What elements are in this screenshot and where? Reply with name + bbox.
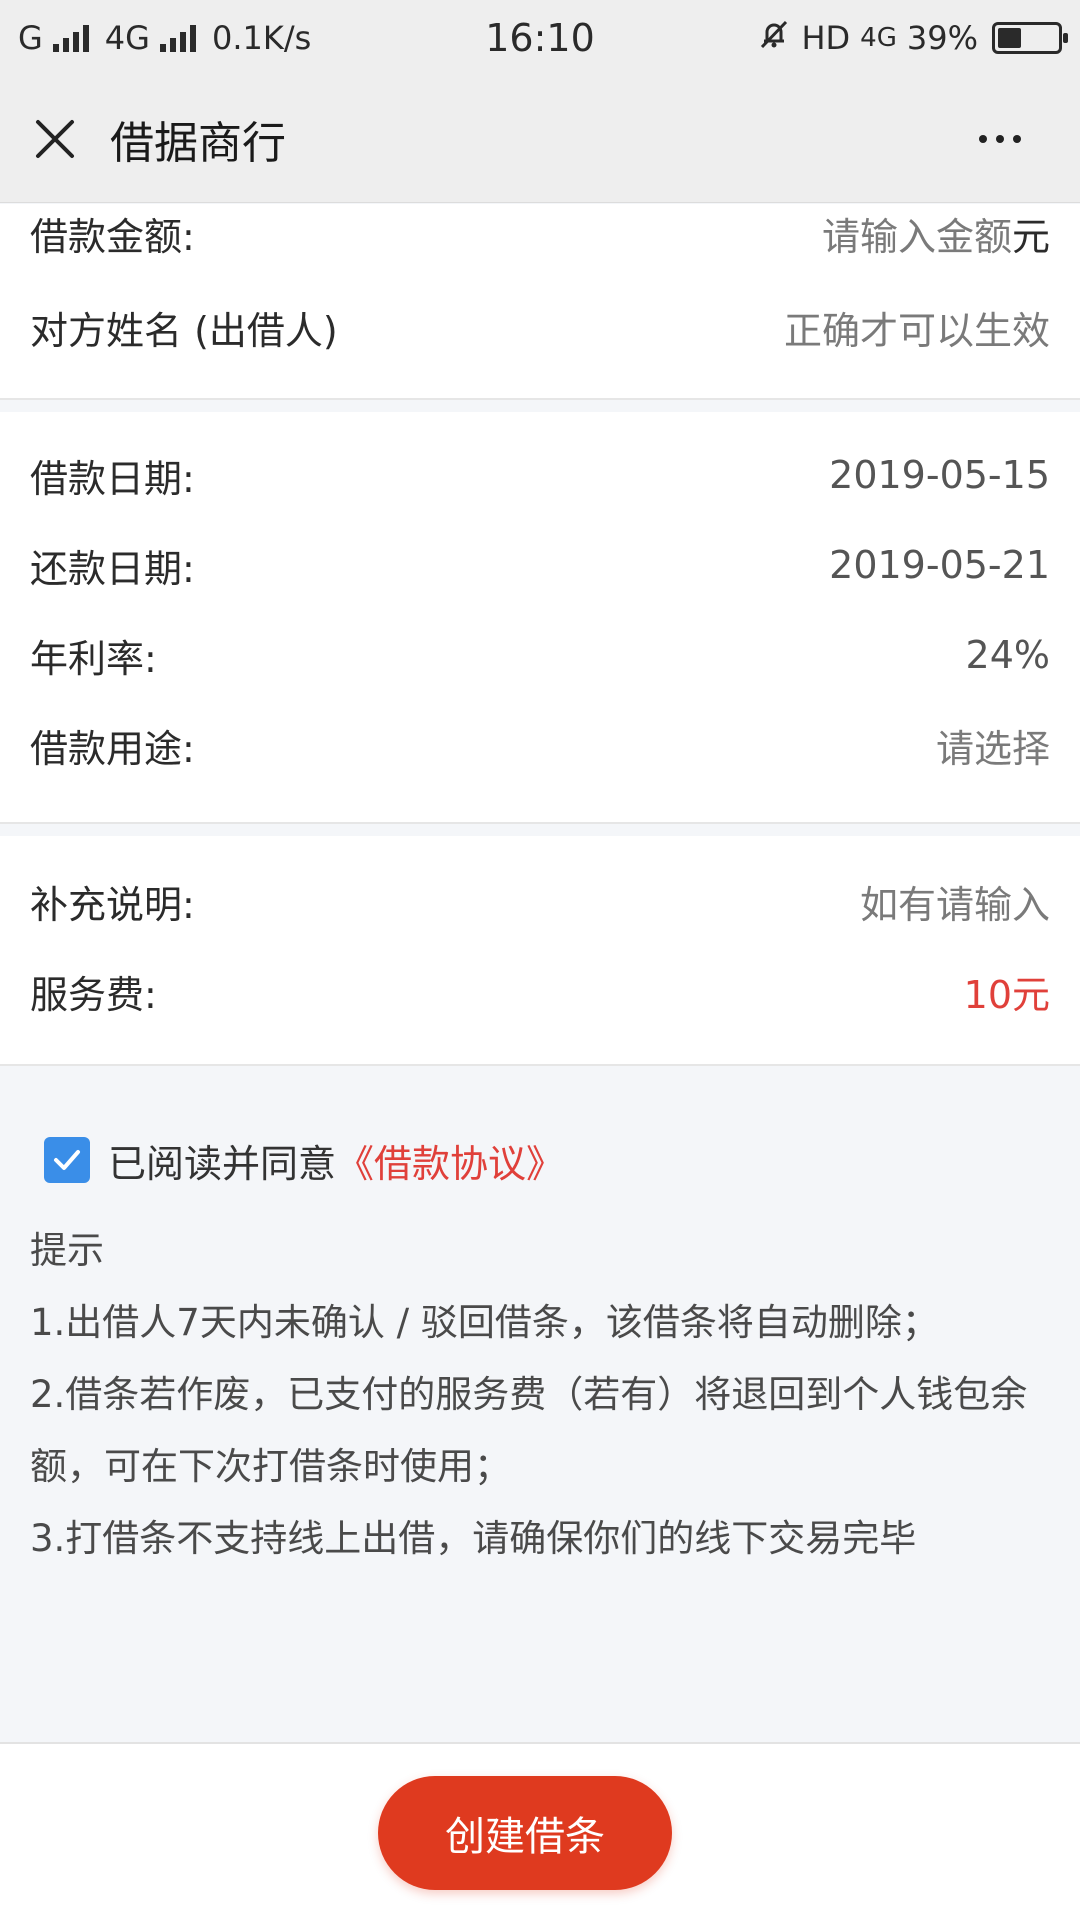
network-label: 4G xyxy=(104,18,150,57)
signal-icon xyxy=(52,24,89,52)
extra-info-card: 补充说明: 如有请输入 服务费: 10元 xyxy=(0,836,1080,1066)
tip-item-2: 2.借条若作废，已支付的服务费（若有）将退回到个人钱包余额，可在下次打借条时使用… xyxy=(30,1373,1028,1488)
bottom-bar: 创建借条 xyxy=(0,1742,1080,1920)
note-label: 补充说明: xyxy=(30,882,195,927)
purpose-row[interactable]: 借款用途: 请选择 xyxy=(30,700,1050,790)
carrier-label: G xyxy=(18,18,43,57)
mute-icon xyxy=(757,17,791,59)
signal-icon-2 xyxy=(159,24,196,52)
tips-section: 提示 1.出借人7天内未确认 / 驳回借条，该借条将自动删除； 2.借条若作废，… xyxy=(30,1215,1050,1575)
network-speed: 0.1K/s xyxy=(211,18,312,57)
lender-name-row[interactable]: 对方姓名 (出借人) 正确才可以生效 xyxy=(30,282,1050,372)
agreement-checkbox[interactable] xyxy=(44,1137,90,1183)
amount-placeholder: 请输入金额 xyxy=(821,214,1012,259)
repay-date-label: 还款日期: xyxy=(30,546,195,591)
check-icon xyxy=(54,1150,80,1170)
more-dots-icon xyxy=(979,135,987,143)
title-bar: 借据商行 xyxy=(0,75,1080,203)
tip-item-3: 3.打借条不支持线上出借，请确保你们的线下交易完毕 xyxy=(30,1517,917,1560)
agreement-row: 已阅读并同意 《借款协议》 xyxy=(44,1120,564,1200)
borrower-info-card: 借款金额: 请输入金额元 对方姓名 (出借人) 正确才可以生效 xyxy=(0,204,1080,400)
lender-name-input[interactable]: 正确才可以生效 xyxy=(784,300,1050,355)
repay-date-value[interactable]: 2019-05-21 xyxy=(829,543,1050,587)
loan-terms-card: 借款日期: 2019-05-15 还款日期: 2019-05-21 年利率: 2… xyxy=(0,412,1080,824)
network-label-2: 4G xyxy=(860,22,897,53)
battery-level xyxy=(998,27,1021,48)
loan-date-row[interactable]: 借款日期: 2019-05-15 xyxy=(30,430,1050,520)
tip-item-1: 1.出借人7天内未确认 / 驳回借条，该借条将自动删除； xyxy=(30,1301,939,1344)
more-button[interactable] xyxy=(960,75,1040,203)
service-fee-row: 服务费: 10元 xyxy=(30,946,1050,1036)
interest-rate-label: 年利率: xyxy=(30,636,157,681)
battery-icon xyxy=(992,21,1068,54)
service-fee-value: 10元 xyxy=(963,972,1050,1017)
hd-label: HD xyxy=(801,18,851,57)
create-iou-button[interactable]: 创建借条 xyxy=(378,1776,672,1890)
agreement-text: 已阅读并同意 xyxy=(108,1141,337,1186)
status-bar: G 4G 0.1K/s 16:10 HD 4G 39% xyxy=(0,0,1080,75)
amount-input[interactable]: 请输入金额元 xyxy=(822,206,1050,261)
purpose-label: 借款用途: xyxy=(30,726,195,771)
note-row[interactable]: 补充说明: 如有请输入 xyxy=(30,856,1050,946)
close-icon xyxy=(36,119,74,158)
note-input[interactable]: 如有请输入 xyxy=(860,874,1050,929)
status-right: HD 4G 39% xyxy=(757,17,1068,59)
page-title: 借据商行 xyxy=(110,117,286,169)
loan-date-value[interactable]: 2019-05-15 xyxy=(829,453,1050,497)
interest-rate-value[interactable]: 24% xyxy=(966,633,1050,677)
status-left: G 4G 0.1K/s xyxy=(18,19,311,57)
purpose-select[interactable]: 请选择 xyxy=(936,718,1050,773)
amount-row[interactable]: 借款金额: 请输入金额元 xyxy=(30,188,1050,278)
service-fee-label: 服务费: xyxy=(30,972,157,1017)
agreement-link[interactable]: 《借款协议》 xyxy=(336,1133,564,1188)
amount-unit: 元 xyxy=(1011,214,1050,259)
tips-title: 提示 xyxy=(30,1229,104,1272)
close-button[interactable] xyxy=(0,75,110,203)
repay-date-row[interactable]: 还款日期: 2019-05-21 xyxy=(30,520,1050,610)
interest-rate-row[interactable]: 年利率: 24% xyxy=(30,610,1050,700)
loan-date-label: 借款日期: xyxy=(30,456,195,501)
lender-name-label: 对方姓名 (出借人) xyxy=(30,308,338,353)
battery-percent: 39% xyxy=(906,18,978,57)
amount-label: 借款金额: xyxy=(30,214,195,259)
